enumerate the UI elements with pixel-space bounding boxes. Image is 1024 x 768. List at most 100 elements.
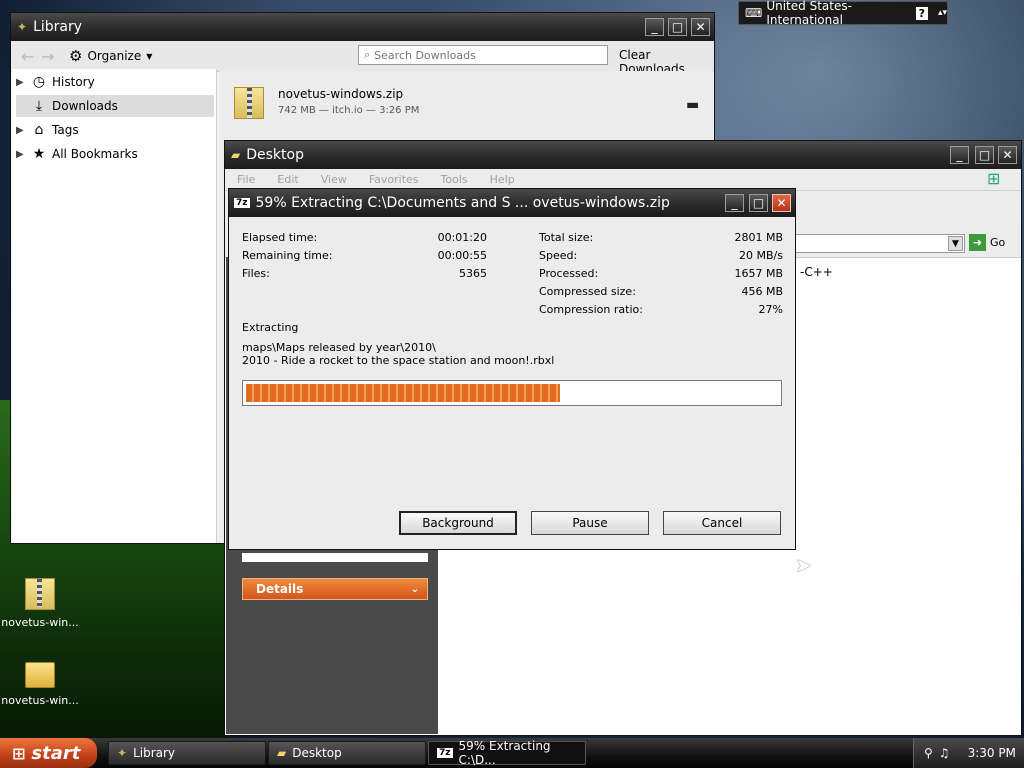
folder-icon: ▰ — [231, 148, 241, 162]
clock-icon: ◷ — [32, 74, 46, 90]
stat-row: Files: 5365 — [242, 267, 487, 283]
chevron-down-icon: ▼ — [146, 51, 153, 61]
maximize-button[interactable]: □ — [975, 146, 994, 164]
langbar-options-icon[interactable]: ▴▾ — [938, 8, 947, 18]
stat-value: 00:00:55 — [437, 249, 487, 262]
star-icon: ★ — [32, 146, 46, 162]
stat-row: Elapsed time: 00:01:20 — [242, 231, 487, 247]
taskbar-item-library[interactable]: ✦ Library — [108, 741, 266, 765]
stat-value: 27% — [758, 303, 783, 316]
taskbar-item-label: 59% Extracting C:\D... — [458, 739, 551, 767]
sidebar-item-tags[interactable]: ▶ ⌂ Tags — [16, 119, 214, 141]
windows-logo-icon: ⊞ — [987, 169, 1001, 188]
menu-help[interactable]: Help — [490, 173, 515, 186]
menu-edit[interactable]: Edit — [277, 173, 298, 186]
maximize-button[interactable]: □ — [668, 18, 687, 36]
close-button[interactable]: ✕ — [691, 18, 710, 36]
sidebar-item-downloads[interactable]: ⤓ Downloads — [16, 95, 214, 117]
task-pane-panel — [242, 553, 428, 562]
stat-value: 2801 MB — [734, 231, 783, 244]
window-title: 59% Extracting C:\Documents and S ... ov… — [255, 195, 670, 211]
progress-bar — [242, 380, 782, 406]
progress-fill — [246, 384, 560, 402]
minimize-button[interactable]: _ — [950, 146, 969, 164]
stat-label: Elapsed time: — [242, 231, 318, 244]
stat-value: 456 MB — [741, 285, 783, 298]
chevron-down-icon[interactable]: ⌄ — [411, 584, 419, 595]
library-titlebar[interactable]: ✦ Library _ □ ✕ — [11, 13, 714, 41]
library-toolbar: ← → ⚙ Organize ▼ ⌕ Search Downloads Clea… — [11, 41, 714, 76]
stat-row: Speed: 20 MB/s — [539, 249, 783, 265]
desktop-icon-folder[interactable]: novetus-win... — [0, 662, 80, 707]
minimize-button[interactable]: _ — [725, 194, 744, 212]
forward-arrow-icon[interactable]: → — [41, 47, 54, 66]
back-arrow-icon[interactable]: ← — [21, 47, 34, 66]
search-input[interactable]: ⌕ Search Downloads — [358, 45, 608, 65]
desktop-icon-zip[interactable]: novetus-win... — [0, 578, 80, 629]
window-title: Library — [33, 19, 83, 35]
search-placeholder: Search Downloads — [374, 48, 476, 62]
stat-row: Processed: 1657 MB — [539, 267, 783, 283]
details-section-header[interactable]: Details ⌄ — [242, 578, 428, 600]
minimize-button[interactable]: _ — [645, 18, 664, 36]
stat-value: 5365 — [459, 267, 487, 280]
start-label: start — [31, 742, 81, 764]
language-label: United States-International — [766, 0, 852, 27]
menu-view[interactable]: View — [321, 173, 347, 186]
current-file: 2010 - Ride a rocket to the space statio… — [242, 354, 555, 367]
gear-icon: ⚙ — [69, 47, 83, 65]
folder-icon: ▰ — [277, 746, 287, 760]
background-button[interactable]: Background — [399, 511, 517, 535]
extract-progress-dialog: 7z 59% Extracting C:\Documents and S ...… — [228, 188, 796, 550]
menu-favorites[interactable]: Favorites — [369, 173, 419, 186]
organize-menu[interactable]: ⚙ Organize ▼ — [69, 47, 152, 65]
cancel-button[interactable]: Cancel — [663, 511, 781, 535]
menu-tools[interactable]: Tools — [441, 173, 468, 186]
address-input[interactable]: ▼ — [795, 234, 965, 253]
file-list-item[interactable]: -C++ — [800, 265, 833, 279]
expand-arrow-icon[interactable]: ▶ — [16, 149, 30, 160]
download-item[interactable]: novetus-windows.zip 742 MB — itch.io — 3… — [234, 85, 704, 135]
stat-label: Files: — [242, 267, 270, 280]
close-button[interactable]: ✕ — [772, 194, 791, 212]
taskbar-item-extract[interactable]: 7z 59% Extracting C:\D... — [428, 739, 586, 767]
mouse-cursor-icon: ➤ — [795, 553, 812, 577]
zip-file-icon — [234, 87, 264, 119]
taskbar-item-label: Library — [133, 746, 176, 760]
7zip-app-icon: 7z — [234, 198, 250, 208]
download-filename: novetus-windows.zip — [278, 87, 404, 101]
go-label: Go — [990, 236, 1006, 249]
maximize-button[interactable]: □ — [749, 194, 768, 212]
language-bar[interactable]: ⌨ United States-International ? ▴▾ — [738, 0, 948, 27]
chevron-down-icon[interactable]: ▼ — [948, 236, 963, 251]
clock[interactable]: 3:30 PM — [968, 746, 1016, 760]
open-folder-icon[interactable]: ▬ — [686, 97, 699, 113]
desktop-icon-label: novetus-win... — [1, 694, 79, 707]
library-app-icon: ✦ — [117, 746, 128, 760]
sidebar-item-label: History — [52, 75, 95, 89]
keyboard-icon: ⌨ — [745, 6, 763, 20]
pause-button[interactable]: Pause — [531, 511, 649, 535]
desktop-icon-label: novetus-win... — [1, 616, 79, 629]
stat-value: 00:01:20 — [437, 231, 487, 244]
dialog-titlebar[interactable]: 7z 59% Extracting C:\Documents and S ...… — [229, 189, 795, 217]
close-button[interactable]: ✕ — [998, 146, 1017, 164]
taskbar-item-label: Desktop — [292, 746, 342, 760]
stat-label: Compression ratio: — [539, 303, 643, 316]
sidebar-item-all-bookmarks[interactable]: ▶ ★ All Bookmarks — [16, 143, 214, 165]
details-label: Details — [256, 582, 304, 596]
desktop-titlebar[interactable]: ▰ Desktop _ □ ✕ — [225, 141, 1021, 169]
network-icon[interactable]: ⚲ — [924, 746, 933, 760]
expand-arrow-icon[interactable]: ▶ — [16, 77, 30, 88]
sidebar-item-label: Tags — [52, 123, 79, 137]
expand-arrow-icon[interactable]: ▶ — [16, 125, 30, 136]
menu-file[interactable]: File — [237, 173, 255, 186]
volume-icon[interactable]: ♫ — [939, 746, 950, 760]
zip-file-icon — [25, 578, 55, 610]
go-button[interactable]: ➜ Go — [969, 234, 1005, 251]
start-button[interactable]: ⊞ start — [0, 738, 97, 768]
taskbar-item-desktop[interactable]: ▰ Desktop — [268, 741, 426, 765]
sidebar-item-history[interactable]: ▶ ◷ History — [16, 71, 214, 93]
help-icon[interactable]: ? — [915, 6, 928, 20]
stat-label: Remaining time: — [242, 249, 333, 262]
